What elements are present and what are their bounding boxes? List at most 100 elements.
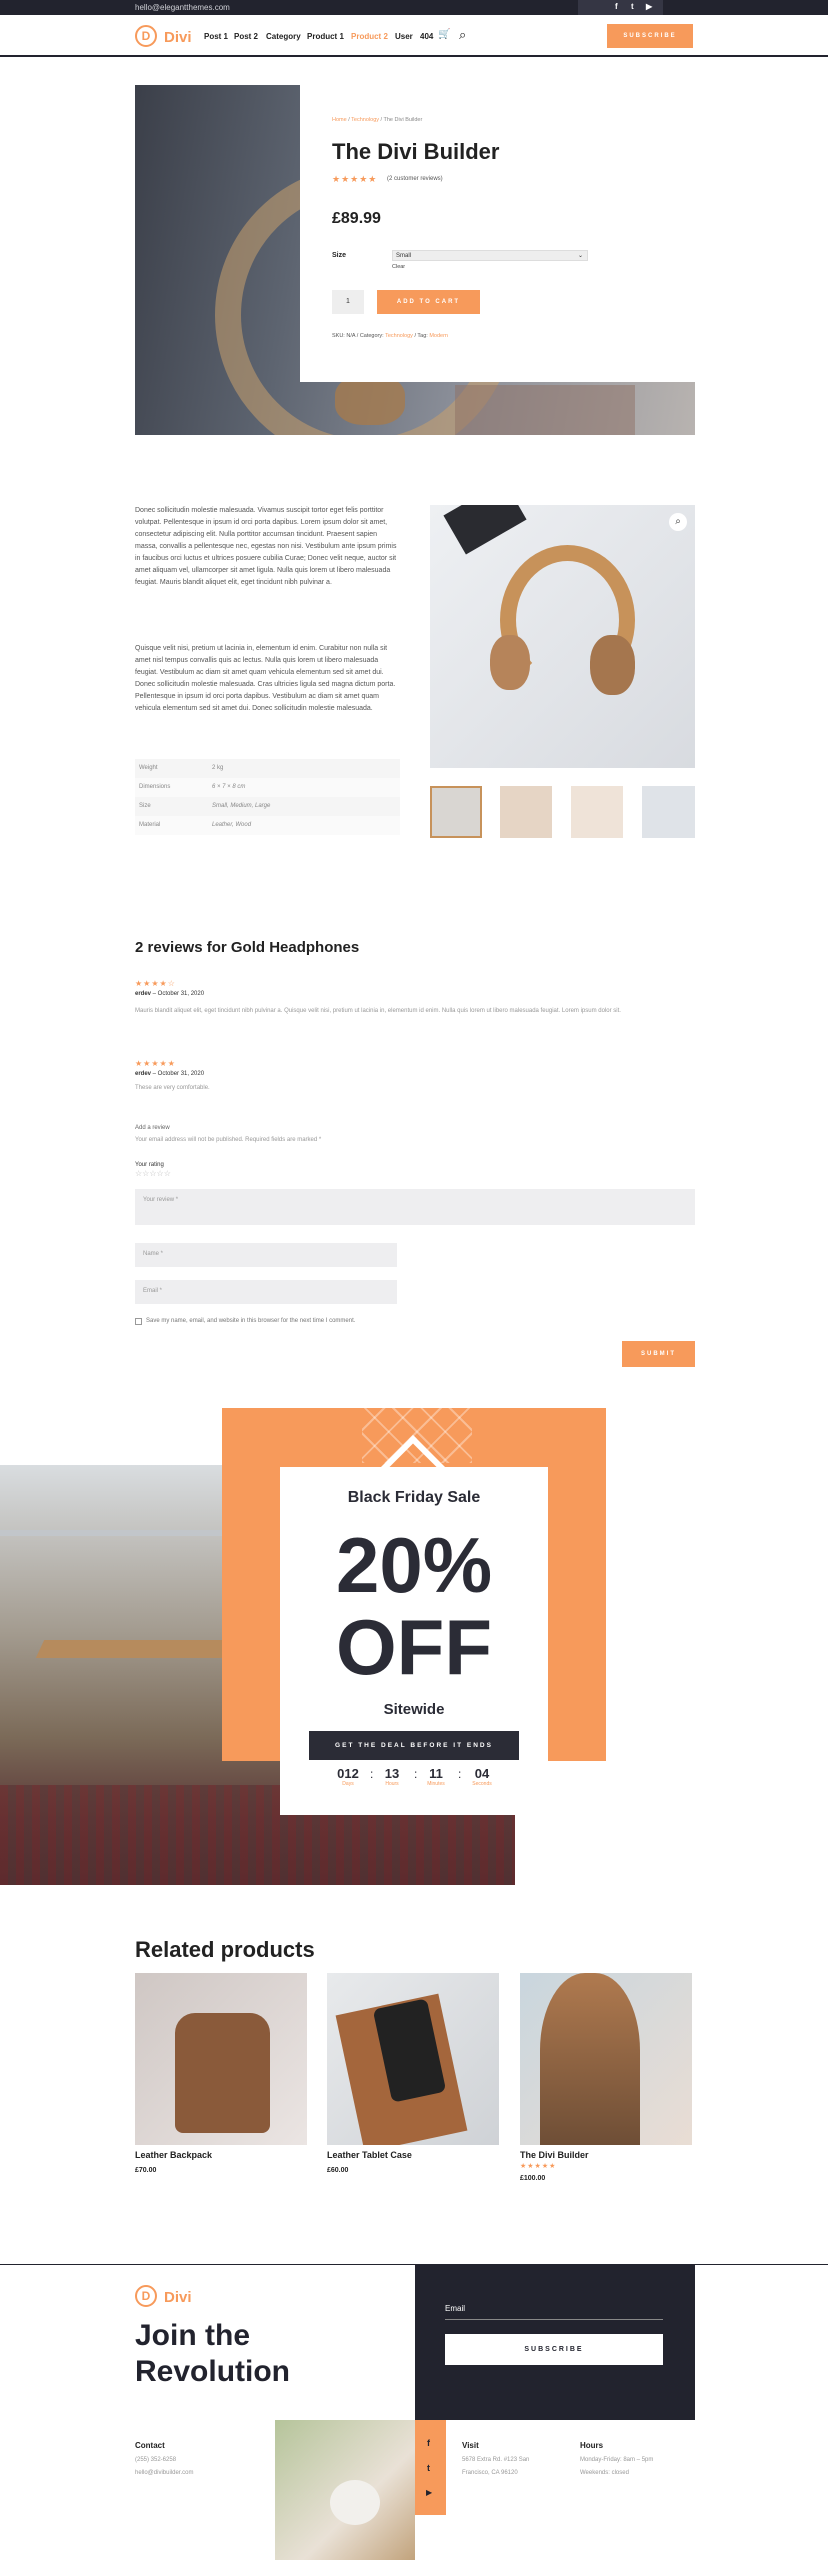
related-product-name[interactable]: Leather Backpack (135, 2150, 212, 2160)
topbar-email[interactable]: hello@elegantthemes.com (135, 3, 230, 12)
review-link[interactable]: (2 customer reviews) (387, 176, 443, 182)
footer-divider (0, 2264, 828, 2265)
description-paragraph-1: Donec sollicitudin molestie malesuada. V… (135, 507, 397, 586)
review-date: – October 31, 2020 (151, 991, 205, 997)
contact-heading: Contact (135, 2441, 165, 2450)
meta-tag-label: / Tag: (412, 333, 430, 339)
attribute-row: Size Small, Medium, Large (135, 797, 400, 816)
hours-weekends: Weekends: closed (580, 2470, 629, 2476)
facebook-icon[interactable]: f (427, 2438, 430, 2448)
gallery-thumbnail[interactable] (642, 786, 695, 838)
footer-headline-line-1: Join the (135, 2319, 251, 2352)
footer-headline-line-2: Revolution (135, 2355, 290, 2388)
add-review-label: Add a review (135, 1125, 170, 1131)
newsletter-email-input[interactable] (445, 2319, 663, 2320)
product-main-image[interactable]: ⌕ (430, 505, 695, 768)
meta-tag-link[interactable]: Modern (429, 333, 448, 339)
nav-post-1[interactable]: Post 1 (204, 32, 228, 41)
review-author: erdev (135, 991, 152, 997)
size-select-value: Small (396, 253, 412, 259)
footer-logo-text[interactable]: Divi (164, 2289, 192, 2306)
consent-checkbox[interactable] (135, 1318, 142, 1325)
logo-icon[interactable]: D (135, 25, 157, 47)
countdown-minutes: 11 Minutes (420, 1766, 452, 1787)
countdown-hours: 13 Hours (376, 1766, 408, 1787)
nav-post-2[interactable]: Post 2 (234, 32, 258, 41)
nav-404[interactable]: 404 (420, 32, 433, 41)
add-to-cart-button[interactable]: ADD TO CART (377, 290, 480, 314)
attribute-row: Dimensions 6 × 7 × 8 cm (135, 778, 400, 797)
twitter-icon[interactable]: t (427, 2463, 430, 2473)
quantity-input[interactable]: 1 (332, 290, 364, 314)
attribute-key: Weight (139, 765, 158, 771)
youtube-icon[interactable]: ▶ (646, 2, 652, 11)
twitter-icon[interactable]: t (631, 2, 634, 11)
clear-link[interactable]: Clear (392, 264, 405, 270)
logo-text[interactable]: Divi (164, 29, 192, 46)
name-field[interactable]: Name * (135, 1243, 397, 1267)
breadcrumb-home[interactable]: Home (332, 117, 347, 123)
contact-phone[interactable]: (255) 352-6258 (135, 2457, 176, 2463)
contact-email[interactable]: hello@divibuilder.com (135, 2470, 193, 2476)
attribute-value: 2 kg (212, 765, 224, 771)
review-meta: erdev – October 31, 2020 (135, 1071, 204, 1077)
rating-label: Your rating (135, 1162, 164, 1168)
related-product-name[interactable]: The Divi Builder (520, 2150, 589, 2160)
review-textarea[interactable]: Your review * (135, 1189, 695, 1225)
newsletter-panel: Email SUBSCRIBE (415, 2264, 695, 2420)
review-form-note: Your email address will not be published… (135, 1137, 322, 1143)
countdown-label: Minutes (427, 1781, 445, 1787)
promo-subtitle: Sitewide (383, 1701, 445, 1718)
nav-product-2[interactable]: Product 2 (351, 32, 388, 41)
footer-social-bar: f t ▶ (415, 2420, 446, 2515)
gallery-thumbnail[interactable] (430, 786, 482, 838)
countdown-number: 04 (474, 1766, 490, 1781)
topbar-social: f t ▶ (578, 0, 663, 15)
nav-category[interactable]: Category (266, 32, 301, 41)
cart-icon[interactable]: 🛒 (438, 29, 450, 40)
review-text: Mauris blandit aliquet elit, eget tincid… (135, 1008, 621, 1014)
earcup-shape (335, 375, 405, 425)
youtube-icon[interactable]: ▶ (426, 2488, 432, 2497)
promo-off: OFF (336, 1603, 492, 1691)
subscribe-button[interactable]: SUBSCRIBE (607, 24, 693, 48)
related-product-name[interactable]: Leather Tablet Case (327, 2150, 412, 2160)
chevron-down-icon: ⌄ (577, 253, 583, 259)
attribute-key: Size (139, 803, 151, 809)
newsletter-subscribe-button[interactable]: SUBSCRIBE (445, 2334, 663, 2365)
hours-weekdays: Monday-Friday: 8am – 5pm (580, 2457, 654, 2463)
related-product-price: £70.00 (135, 2167, 157, 2174)
size-label: Size (332, 252, 347, 259)
product-price: £89.99 (332, 210, 381, 227)
meta-category-link[interactable]: Technology (385, 333, 413, 339)
backpack-shape (175, 2013, 270, 2133)
footer-logo-icon[interactable]: D (135, 2285, 157, 2307)
related-product-image[interactable] (520, 1973, 692, 2145)
size-select[interactable]: Small ⌄ (392, 250, 588, 261)
promo-percent: 20% (335, 1521, 493, 1609)
facebook-icon[interactable]: f (615, 2, 618, 11)
related-product-image[interactable] (327, 1973, 499, 2145)
gallery-thumbnail[interactable] (500, 786, 552, 838)
breadcrumb-category[interactable]: Technology (351, 117, 379, 123)
search-icon[interactable]: ⌕ (459, 27, 466, 43)
related-product-price: £60.00 (327, 2167, 349, 2174)
attribute-key: Dimensions (139, 784, 171, 790)
name-placeholder: Name * (143, 1251, 164, 1257)
nav-user[interactable]: User (395, 32, 413, 41)
promo-cta-button[interactable]: GET THE DEAL BEFORE IT ENDS (309, 1731, 519, 1760)
nav-product-1[interactable]: Product 1 (307, 32, 344, 41)
submit-review-button[interactable]: SUBMIT (622, 1341, 695, 1367)
review-date: – October 31, 2020 (151, 1071, 205, 1077)
review-stars: ★★★★★ (135, 1059, 176, 1068)
rating-stars: ★★★★★ (332, 174, 378, 184)
meta-sku: SKU: N/A (332, 333, 356, 339)
rating-input-stars[interactable]: ☆☆☆☆☆ (135, 1169, 171, 1178)
zoom-icon[interactable]: ⌕ (669, 513, 687, 531)
related-product-image[interactable] (135, 1973, 307, 2145)
review-text: These are very comfortable. (135, 1085, 210, 1091)
countdown-timer: 012 Days : 13 Hours : 11 Minutes : 04 Second… (280, 1766, 548, 1796)
email-field[interactable]: Email * (135, 1280, 397, 1304)
countdown-label: Hours (385, 1781, 399, 1787)
gallery-thumbnail[interactable] (571, 786, 623, 838)
